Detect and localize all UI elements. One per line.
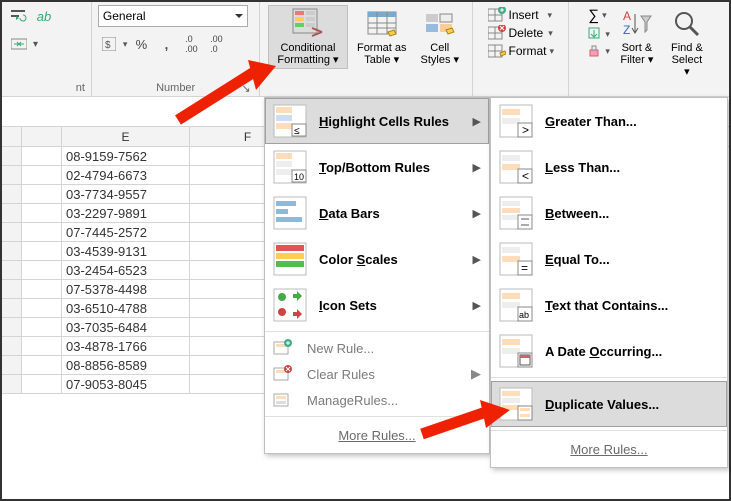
alignment-group-label: nt <box>76 82 85 95</box>
data-bars-item[interactable]: Data Bars ▶ <box>265 190 489 236</box>
more-rules-link-2[interactable]: More Rules... <box>491 434 727 467</box>
between-item[interactable]: Between... <box>491 190 727 236</box>
find-select-icon <box>671 8 703 40</box>
cell-value[interactable]: 08-9159-7562 <box>62 147 190 166</box>
less-than-item[interactable]: < Less Than... <box>491 144 727 190</box>
duplicate-values-item[interactable]: Duplicate Values... <box>491 381 727 427</box>
color-scales-item[interactable]: Color Scales ▶ <box>265 236 489 282</box>
percent-style-icon[interactable]: % <box>130 33 152 55</box>
svg-text:10: 10 <box>294 172 304 182</box>
delete-cells-button[interactable]: Delete▾ <box>488 25 553 41</box>
conditional-formatting-icon <box>292 8 324 40</box>
decrease-decimal-icon[interactable]: .00.0 <box>205 33 227 55</box>
cell-value[interactable]: 03-2297-9891 <box>62 204 190 223</box>
svg-text:≤: ≤ <box>294 126 300 137</box>
top-bottom-rules-item[interactable]: 10 Top/Bottom Rules ▶ <box>265 144 489 190</box>
number-dialog-launcher-icon[interactable]: ↘ <box>241 82 252 95</box>
column-header-e[interactable]: E <box>62 127 190 146</box>
format-as-table-button[interactable]: Format as Table ▾ <box>352 5 412 69</box>
cell-value[interactable]: 07-5378-4498 <box>62 280 190 299</box>
icon-sets-item[interactable]: Icon Sets ▶ <box>265 282 489 328</box>
accounting-format-icon[interactable]: $ <box>98 33 120 55</box>
cell-value[interactable]: 03-7035-6484 <box>62 318 190 337</box>
sort-filter-button[interactable]: AZ Sort & Filter ▾ <box>614 5 660 69</box>
wrap-text-icon[interactable] <box>8 5 30 27</box>
cell-styles-icon <box>424 8 456 40</box>
cell-value[interactable]: 08-8856-8589 <box>62 356 190 375</box>
date-occurring-item[interactable]: A Date Occurring... <box>491 328 727 374</box>
insert-cells-button[interactable]: Insert▾ <box>488 7 553 23</box>
greater-than-item[interactable]: > Greater Than... <box>491 98 727 144</box>
cell-value[interactable]: 03-6510-4788 <box>62 299 190 318</box>
svg-text:$: $ <box>105 40 111 51</box>
cell-value[interactable]: 03-4539-9131 <box>62 242 190 261</box>
cell-value[interactable]: 02-4794-6673 <box>62 166 190 185</box>
fill-button[interactable]: ▾ <box>588 27 610 41</box>
format-as-table-icon <box>366 8 398 40</box>
text-contains-item[interactable]: ab Text that Contains... <box>491 282 727 328</box>
autosum-button[interactable]: ∑▾ <box>588 7 610 24</box>
svg-text:>: > <box>522 123 529 137</box>
comma-style-icon[interactable]: , <box>155 33 177 55</box>
svg-text:=: = <box>521 261 528 275</box>
number-group-label: Number <box>156 82 195 95</box>
orientation-icon[interactable]: ab <box>33 5 55 27</box>
more-rules-link-1[interactable]: More Rules... <box>265 420 489 453</box>
conditional-formatting-menu: ≤ HHighlight Cells Rulesighlight Cells R… <box>264 97 490 454</box>
clear-rules-item[interactable]: Clear Rules ▶ <box>265 361 489 387</box>
new-rule-item[interactable]: New Rule... <box>265 335 489 361</box>
cell-styles-button[interactable]: Cell Styles ▾ <box>415 5 464 69</box>
equal-to-item[interactable]: = Equal To... <box>491 236 727 282</box>
highlight-cells-rules-item[interactable]: ≤ HHighlight Cells Rulesighlight Cells R… <box>265 98 489 144</box>
number-format-select[interactable]: General <box>98 5 248 27</box>
cell-value[interactable]: 07-9053-8045 <box>62 375 190 394</box>
increase-decimal-icon[interactable]: .0.00 <box>180 33 202 55</box>
merge-center-icon[interactable] <box>8 33 30 55</box>
cell-value[interactable]: 03-7734-9557 <box>62 185 190 204</box>
chevron-right-icon: ▶ <box>473 115 481 128</box>
svg-text:Z: Z <box>623 23 630 37</box>
cell-value[interactable]: 03-2454-6523 <box>62 261 190 280</box>
cell-value[interactable]: 03-4878-1766 <box>62 337 190 356</box>
sort-filter-icon: AZ <box>621 8 653 40</box>
clear-button[interactable]: ▾ <box>588 44 610 58</box>
manage-rules-item[interactable]: Manage Rules... <box>265 387 489 413</box>
svg-text:ab: ab <box>519 310 529 320</box>
conditional-formatting-button[interactable]: Conditional Formatting ▾ <box>268 5 348 69</box>
svg-text:A: A <box>623 9 631 23</box>
highlight-cells-rules-submenu: > Greater Than... < Less Than... Between… <box>490 97 728 468</box>
find-select-button[interactable]: Find & Select ▾ <box>664 5 710 81</box>
svg-text:<: < <box>522 169 529 183</box>
format-cells-button[interactable]: Format▾ <box>488 43 555 59</box>
cell-value[interactable]: 07-7445-2572 <box>62 223 190 242</box>
